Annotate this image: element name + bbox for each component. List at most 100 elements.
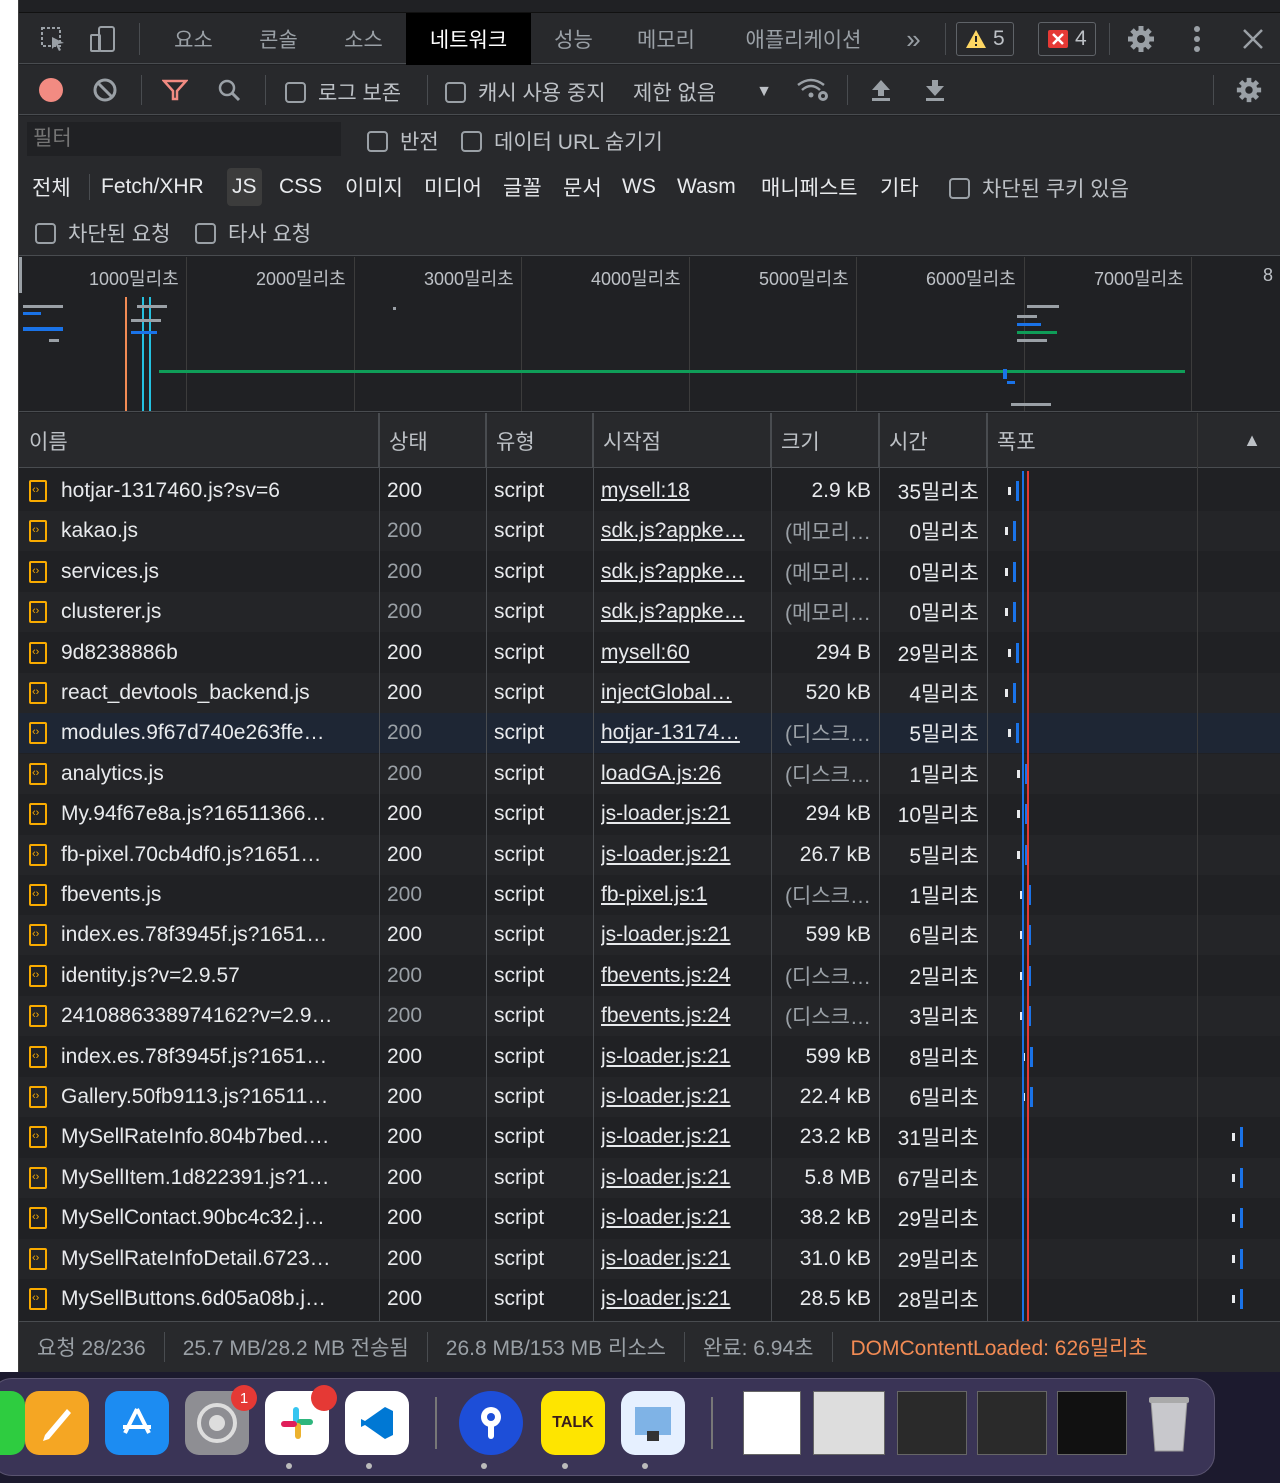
blocked-cookies-checkbox[interactable]: 차단된 쿠키 있음 xyxy=(949,173,1129,203)
vscode-app-icon[interactable] xyxy=(345,1391,409,1455)
request-initiator-link[interactable]: js-loader.js:21 xyxy=(601,1077,771,1117)
table-row[interactable]: hotjar-1317460.js?sv=6 200 script mysell:18… xyxy=(19,471,1280,511)
disable-cache-checkbox[interactable]: 캐시 사용 중지 xyxy=(445,77,606,107)
filter-type-css[interactable]: CSS xyxy=(279,168,322,206)
tab-application[interactable]: 애플리케이션 xyxy=(716,13,891,65)
kakaotalk-app-icon[interactable]: TALK xyxy=(541,1391,605,1455)
column-name[interactable]: 이름 xyxy=(19,413,379,468)
export-har-button[interactable] xyxy=(915,65,955,115)
request-initiator-link[interactable]: sdk.js?appke… xyxy=(601,592,771,632)
filter-type-all[interactable]: 전체 xyxy=(32,168,71,206)
request-initiator-link[interactable]: mysell:18 xyxy=(601,471,771,511)
filter-type-fetch-xhr[interactable]: Fetch/XHR xyxy=(101,168,204,206)
tab-network[interactable]: 네트워크 xyxy=(406,13,531,65)
request-initiator-link[interactable]: js-loader.js:21 xyxy=(601,1117,771,1157)
table-row[interactable]: 2410886338974162?v=2.9… 200 script fbevents… xyxy=(19,996,1280,1037)
request-initiator-link[interactable]: js-loader.js:21 xyxy=(601,1037,771,1077)
column-type[interactable]: 유형 xyxy=(486,413,593,468)
pages-app-icon[interactable] xyxy=(25,1391,89,1455)
window-thumbnail[interactable] xyxy=(813,1391,885,1455)
more-tabs-button[interactable]: » xyxy=(891,13,936,65)
table-row[interactable]: MySellContact.90bc4c32.j… 200 script js-loa… xyxy=(19,1198,1280,1238)
request-initiator-link[interactable]: js-loader.js:21 xyxy=(601,1279,771,1319)
table-row[interactable]: index.es.78f3945f.js?1651… 200 script js-lo… xyxy=(19,1037,1280,1077)
filter-type-img[interactable]: 이미지 xyxy=(345,168,403,206)
window-thumbnail[interactable] xyxy=(897,1391,967,1455)
clear-button[interactable] xyxy=(85,65,125,115)
warnings-badge[interactable]: 5 xyxy=(956,22,1014,56)
table-row[interactable]: identity.js?v=2.9.57 200 script fbevents.js… xyxy=(19,956,1280,996)
table-row[interactable]: fbevents.js 200 script fb-pixel.js:1 (디스크… 1밀… xyxy=(19,875,1280,915)
table-row[interactable]: modules.9f67d740e263ffe… 200 script hotjar-… xyxy=(19,713,1280,754)
window-thumbnail[interactable] xyxy=(977,1391,1047,1455)
device-toolbar-icon[interactable] xyxy=(83,13,123,65)
table-row[interactable]: services.js 200 script sdk.js?appke… (메모리… 0밀… xyxy=(19,552,1280,592)
column-initiator[interactable]: 시작점 xyxy=(593,413,771,468)
inspect-element-icon[interactable] xyxy=(33,13,73,65)
request-initiator-link[interactable]: injectGlobal… xyxy=(601,673,771,713)
request-initiator-link[interactable]: js-loader.js:21 xyxy=(601,1158,771,1198)
filter-type-js[interactable]: JS xyxy=(227,168,262,206)
network-settings-gear-icon[interactable] xyxy=(1227,65,1271,115)
facetime-app-icon[interactable] xyxy=(0,1391,25,1455)
hide-data-urls-checkbox[interactable]: 데이터 URL 숨기기 xyxy=(461,126,663,156)
table-row[interactable]: fb-pixel.70cb4df0.js?1651… 200 script js-lo… xyxy=(19,834,1280,875)
table-row[interactable]: Gallery.50fb9113.js?16511… 200 script js-lo… xyxy=(19,1077,1280,1117)
tab-elements[interactable]: 요소 xyxy=(151,13,236,65)
request-initiator-link[interactable]: loadGA.js:26 xyxy=(601,754,771,794)
tab-sources[interactable]: 소스 xyxy=(321,13,406,65)
column-status[interactable]: 상태 xyxy=(379,413,486,468)
table-row[interactable]: kakao.js 200 script sdk.js?appke… (메모리… 0밀리초 xyxy=(19,511,1280,552)
table-row[interactable]: MySellButtons.6d05a08b.j… 200 script js-loa… xyxy=(19,1279,1280,1319)
search-button[interactable] xyxy=(209,65,249,115)
overview-timeline[interactable]: 1000밀리초 2000밀리초 3000밀리초 4000밀리초 5000밀리초 … xyxy=(19,257,1280,412)
request-initiator-link[interactable]: js-loader.js:21 xyxy=(601,835,771,875)
table-row[interactable]: index.es.78f3945f.js?1651… 200 script js-lo… xyxy=(19,915,1280,956)
table-row[interactable]: MySellRateInfo.804b7bed.… 200 script js-loa… xyxy=(19,1117,1280,1157)
request-initiator-link[interactable]: js-loader.js:21 xyxy=(601,915,771,955)
system-preferences-icon[interactable]: 1 xyxy=(185,1385,257,1455)
tab-memory[interactable]: 메모리 xyxy=(616,13,716,65)
filter-type-media[interactable]: 미디어 xyxy=(424,168,482,206)
record-button[interactable] xyxy=(31,65,71,115)
trash-icon[interactable] xyxy=(1137,1391,1201,1455)
request-initiator-link[interactable]: js-loader.js:21 xyxy=(601,794,771,834)
table-row[interactable]: 9d8238886b 200 script mysell:60 294 B 29밀리초 xyxy=(19,633,1280,673)
filter-input[interactable] xyxy=(27,122,341,156)
request-initiator-link[interactable]: js-loader.js:21 xyxy=(601,1239,771,1279)
more-options-icon[interactable] xyxy=(1175,13,1219,65)
import-har-button[interactable] xyxy=(861,65,901,115)
settings-gear-icon[interactable] xyxy=(1119,13,1163,65)
table-row[interactable]: react_devtools_backend.js 200 script inject… xyxy=(19,673,1280,713)
table-row[interactable]: clusterer.js 200 script sdk.js?appke… (메모리… 0… xyxy=(19,592,1280,633)
preserve-log-checkbox[interactable]: 로그 보존 xyxy=(285,77,401,107)
slack-app-icon[interactable] xyxy=(265,1385,337,1455)
table-row[interactable]: My.94f67e8a.js?16511366… 200 script js-load… xyxy=(19,794,1280,834)
throttling-select[interactable]: 제한 없음 ▼ xyxy=(633,77,772,107)
close-icon[interactable] xyxy=(1231,13,1275,65)
column-time[interactable]: 시간 xyxy=(879,413,987,468)
table-row[interactable]: analytics.js 200 script loadGA.js:26 (디스크… 1밀… xyxy=(19,753,1280,794)
request-initiator-link[interactable]: js-loader.js:21 xyxy=(601,1198,771,1238)
errors-badge[interactable]: 4 xyxy=(1038,22,1096,56)
filter-type-ws[interactable]: WS xyxy=(622,168,656,206)
invert-checkbox[interactable]: 반전 xyxy=(367,126,439,156)
blocked-requests-checkbox[interactable]: 차단된 요청 xyxy=(35,218,170,248)
filter-type-font[interactable]: 글꼴 xyxy=(503,168,542,206)
filter-type-other[interactable]: 기타 xyxy=(880,168,919,206)
request-initiator-link[interactable]: sdk.js?appke… xyxy=(601,552,771,592)
tab-console[interactable]: 콘솔 xyxy=(236,13,321,65)
filter-toggle-button[interactable] xyxy=(155,65,195,115)
request-initiator-link[interactable]: mysell:60 xyxy=(601,633,771,673)
window-thumbnail[interactable] xyxy=(743,1391,801,1455)
filter-type-wasm[interactable]: Wasm xyxy=(677,168,736,206)
filter-type-doc[interactable]: 문서 xyxy=(563,168,602,206)
third-party-checkbox[interactable]: 타사 요청 xyxy=(195,218,311,248)
tab-performance[interactable]: 성능 xyxy=(531,13,616,65)
request-initiator-link[interactable]: hotjar-13174… xyxy=(601,713,771,753)
filter-type-manifest[interactable]: 매니페스트 xyxy=(761,168,858,206)
column-waterfall[interactable]: 폭포 ▲ xyxy=(987,413,1280,468)
request-initiator-link[interactable]: fb-pixel.js:1 xyxy=(601,875,771,915)
request-initiator-link[interactable]: fbevents.js:24 xyxy=(601,956,771,996)
preview-app-icon[interactable] xyxy=(621,1391,685,1455)
